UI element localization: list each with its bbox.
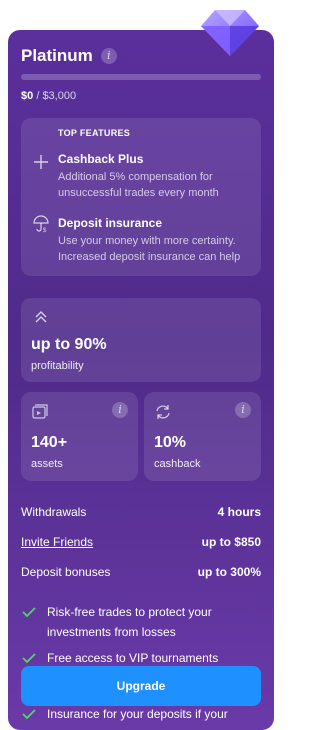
check-icon [22, 709, 36, 720]
profitability-card: up to 90% profitability [21, 298, 261, 382]
upgrade-button[interactable]: Upgrade [21, 666, 261, 706]
plan-progress-bar [21, 74, 261, 80]
check-icon [22, 653, 36, 664]
progress-current: $0 [21, 90, 34, 102]
profitability-value: up to 90% [31, 336, 107, 353]
benefit-item: Insurance for your deposits if your [21, 704, 261, 724]
invite-friends-row: Invite Friends up to $850 [21, 535, 261, 549]
assets-info-icon[interactable]: i [112, 402, 128, 418]
benefit-item: Risk-free trades to protect your investm… [21, 602, 261, 642]
cashback-card: i 10% cashback [144, 392, 261, 481]
feature-description: Use your money with more certainty. Incr… [58, 235, 241, 263]
withdrawals-value: 4 hours [217, 505, 261, 519]
plan-title: Platinum [21, 46, 93, 65]
feature-cashback-plus: Cashback Plus Additional 5% compensation… [58, 152, 258, 201]
umbrella-dollar-icon: $ [33, 215, 49, 233]
deposit-bonuses-label: Deposit bonuses [21, 565, 111, 579]
refresh-icon [156, 405, 170, 419]
feature-title: Deposit insurance [58, 216, 163, 230]
svg-text:$: $ [43, 228, 47, 233]
withdrawals-row: Withdrawals 4 hours [21, 505, 261, 519]
plan-info-icon[interactable]: i [100, 48, 117, 64]
cashback-label: cashback [154, 458, 201, 470]
check-icon [22, 607, 36, 618]
invite-friends-link[interactable]: Invite Friends [21, 535, 93, 549]
assets-label: assets [31, 458, 63, 470]
invite-friends-value: up to $850 [201, 535, 261, 549]
plus-icon [34, 155, 48, 169]
benefit-text: Insurance for your deposits if your [47, 707, 228, 721]
benefit-text: Risk-free trades to protect your investm… [47, 605, 212, 639]
feature-description: Additional 5% compensation for unsuccess… [58, 171, 219, 199]
platinum-gem-icon [201, 10, 259, 56]
assets-card: i 140+ assets [21, 392, 138, 481]
feature-deposit-insurance: Deposit insurance Use your money with mo… [58, 216, 258, 265]
assets-icon [32, 404, 48, 419]
assets-value: 140+ [31, 434, 68, 451]
double-chevron-up-icon [35, 311, 47, 323]
platinum-plan-card: Platinum i $0 / $3,000 TOP FEATURES Cash… [8, 30, 274, 730]
deposit-bonuses-value: up to 300% [197, 565, 261, 579]
profitability-label: profitability [31, 360, 84, 372]
benefit-text: Free access to VIP tournaments [47, 651, 219, 665]
deposit-bonuses-row: Deposit bonuses up to 300% [21, 565, 261, 579]
plan-header: Platinum i [21, 46, 117, 66]
feature-title: Cashback Plus [58, 152, 144, 166]
cashback-value: 10% [154, 434, 187, 451]
top-features-heading: TOP FEATURES [58, 128, 131, 138]
progress-target: $3,000 [42, 90, 77, 102]
cashback-info-icon[interactable]: i [235, 402, 251, 418]
top-features-panel: TOP FEATURES Cashback Plus Additional 5%… [21, 118, 261, 276]
progress-separator: / [36, 90, 40, 102]
withdrawals-label: Withdrawals [21, 505, 87, 519]
plan-progress-amount: $0 / $3,000 [21, 90, 76, 102]
benefit-item: Free access to VIP tournaments [21, 648, 261, 668]
